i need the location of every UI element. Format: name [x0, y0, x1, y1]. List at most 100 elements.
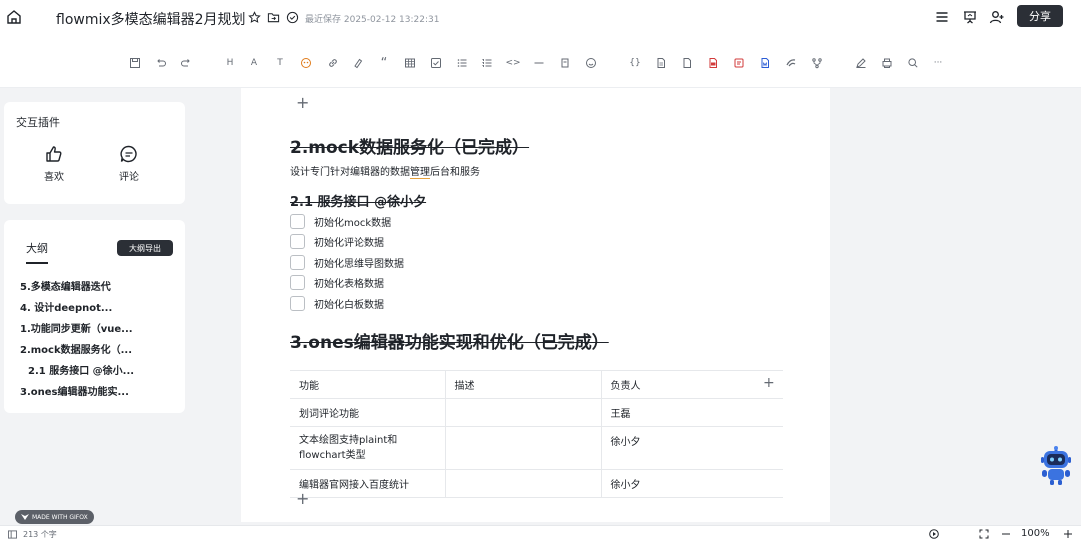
star-icon[interactable]: [248, 11, 261, 24]
table-header-cell[interactable]: 负责人: [600, 370, 783, 399]
table-icon[interactable]: [404, 57, 416, 69]
comment-label: 评论: [119, 172, 139, 183]
outline-export-button[interactable]: 大纲导出: [117, 240, 173, 256]
heading-button[interactable]: H: [224, 57, 236, 69]
redo-icon[interactable]: [180, 57, 192, 69]
table-cell[interactable]: [444, 469, 601, 498]
outline-panel: 大纲 大纲导出 5.多模态编辑器迭代 4. 设计deepnot... 1.功能同…: [4, 220, 185, 413]
share-button[interactable]: 分享: [1017, 5, 1063, 27]
top-header: flowmix多模态编辑器2月规划 最近保存 2025-02-12 13:22:…: [0, 0, 1081, 36]
pdf-icon[interactable]: [707, 57, 719, 69]
font-style-button[interactable]: A: [248, 57, 260, 69]
add-block-icon[interactable]: +: [296, 489, 309, 508]
menu-icon[interactable]: [934, 9, 950, 25]
table-header-cell[interactable]: 描述: [444, 370, 601, 399]
todo-item: 初始化评论数据: [290, 234, 384, 249]
heading-mock-service[interactable]: 2.mock数据服务化（已完成）: [290, 133, 529, 158]
add-column-icon[interactable]: +: [763, 375, 775, 391]
highlight-icon[interactable]: [352, 57, 364, 69]
task-list-icon[interactable]: [430, 57, 442, 69]
para-text-prefix: 设计专门针对编辑器的数据: [290, 167, 410, 178]
fox-logo-icon: [21, 514, 29, 520]
watermark-badge: MADE WITH GIFOX: [15, 510, 94, 524]
outline-item[interactable]: 4. 设计deepnot...: [20, 299, 170, 320]
emoji-icon[interactable]: [585, 57, 597, 69]
table-row: 编辑器官网接入百度统计 徐小夕: [290, 469, 783, 498]
outline-item[interactable]: 2.1 服务接口 @徐小...: [20, 362, 170, 383]
ordered-list-icon[interactable]: [481, 57, 493, 69]
table-cell[interactable]: [444, 398, 601, 427]
search-icon[interactable]: [907, 57, 919, 69]
link-icon[interactable]: [327, 57, 339, 69]
word-icon[interactable]: [759, 57, 771, 69]
mindmap-icon[interactable]: [785, 57, 797, 69]
todo-text[interactable]: 初始化白板数据: [314, 296, 384, 311]
add-block-icon[interactable]: +: [296, 93, 309, 112]
zoom-in-icon[interactable]: [1063, 529, 1073, 539]
table-cell[interactable]: 徐小夕: [600, 426, 783, 470]
todo-checkbox[interactable]: [290, 214, 305, 229]
table-cell[interactable]: [444, 426, 601, 470]
document-title[interactable]: flowmix多模态编辑器2月规划: [56, 9, 246, 29]
document-editor[interactable]: + 2.mock数据服务化（已完成） 设计专门针对编辑器的数据管理后台和服务 2…: [241, 88, 830, 522]
fullscreen-icon[interactable]: [979, 529, 989, 539]
todo-text[interactable]: 初始化表格数据: [314, 275, 384, 290]
math-formula-button[interactable]: {}: [629, 57, 641, 69]
todo-item: 初始化表格数据: [290, 275, 384, 290]
table-header-cell[interactable]: 功能: [290, 370, 445, 399]
folder-move-icon[interactable]: [267, 11, 280, 24]
todo-text[interactable]: 初始化mock数据: [314, 214, 391, 229]
tab-outline[interactable]: 大纲: [26, 240, 48, 264]
heading-ones-editor[interactable]: 3.ones编辑器功能实现和优化（已完成）: [290, 328, 609, 353]
divider-icon[interactable]: [533, 57, 545, 69]
print-icon[interactable]: [881, 57, 893, 69]
table-cell[interactable]: 文本绘图支持plaint和flowchart类型: [290, 426, 445, 470]
presentation-icon[interactable]: [962, 9, 978, 25]
todo-checkbox[interactable]: [290, 275, 305, 290]
document-icon[interactable]: [655, 57, 667, 69]
more-icon[interactable]: ···: [932, 57, 944, 69]
sidebar-toggle-icon[interactable]: [8, 530, 17, 539]
outline-item[interactable]: 1.功能同步更新（vue...: [20, 320, 170, 341]
ai-assistant-robot-icon[interactable]: [1039, 446, 1073, 486]
todo-text[interactable]: 初始化思维导图数据: [314, 255, 404, 270]
add-collaborator-icon[interactable]: [989, 9, 1005, 25]
saved-check-icon: [286, 11, 299, 24]
bullet-list-icon[interactable]: [456, 57, 468, 69]
todo-item: 初始化mock数据: [290, 214, 391, 229]
table-cell[interactable]: 王磊: [600, 398, 783, 427]
todo-checkbox[interactable]: [290, 234, 305, 249]
play-icon[interactable]: [929, 529, 939, 539]
table-cell[interactable]: 编辑器官网接入百度统计: [290, 469, 445, 498]
feature-table[interactable]: 功能 描述 负责人 划词评论功能 王磊 文本绘图支持plaint和flowcha…: [290, 370, 783, 498]
flowchart-icon[interactable]: [811, 57, 823, 69]
outline-item[interactable]: 2.mock数据服务化（...: [20, 341, 170, 362]
code-block-button[interactable]: <>: [505, 57, 520, 69]
like-label: 喜欢: [44, 172, 64, 183]
outline-item[interactable]: 5.多模态编辑器迭代: [20, 278, 170, 299]
file-icon[interactable]: [681, 57, 693, 69]
table-cell[interactable]: 划词评论功能: [290, 398, 445, 427]
clear-format-icon[interactable]: [559, 57, 571, 69]
todo-checkbox[interactable]: [290, 296, 305, 311]
table-cell[interactable]: 徐小夕: [600, 469, 783, 498]
emoji-sticker-icon[interactable]: [300, 57, 312, 69]
home-icon[interactable]: [6, 9, 22, 25]
undo-icon[interactable]: [155, 57, 167, 69]
todo-item: 初始化白板数据: [290, 296, 384, 311]
save-icon[interactable]: [129, 57, 141, 69]
outline-item[interactable]: 3.ones编辑器功能实...: [20, 383, 170, 404]
ppt-icon[interactable]: [733, 57, 745, 69]
thumbs-up-icon: [46, 146, 62, 162]
todo-checkbox[interactable]: [290, 255, 305, 270]
quote-button[interactable]: “: [378, 56, 390, 71]
saved-status: 最近保存 2025-02-12 13:22:31: [305, 15, 440, 25]
todo-text[interactable]: 初始化评论数据: [314, 234, 384, 249]
comment-button[interactable]: 评论: [109, 144, 149, 183]
like-button[interactable]: 喜欢: [34, 144, 74, 183]
paragraph-mock[interactable]: 设计专门针对编辑器的数据管理后台和服务: [290, 163, 480, 179]
heading-service-api[interactable]: 2.1 服务接口 @徐小夕: [290, 191, 426, 210]
draw-pen-icon[interactable]: [855, 57, 867, 69]
zoom-out-icon[interactable]: [1001, 529, 1011, 539]
text-size-button[interactable]: T: [274, 57, 286, 69]
